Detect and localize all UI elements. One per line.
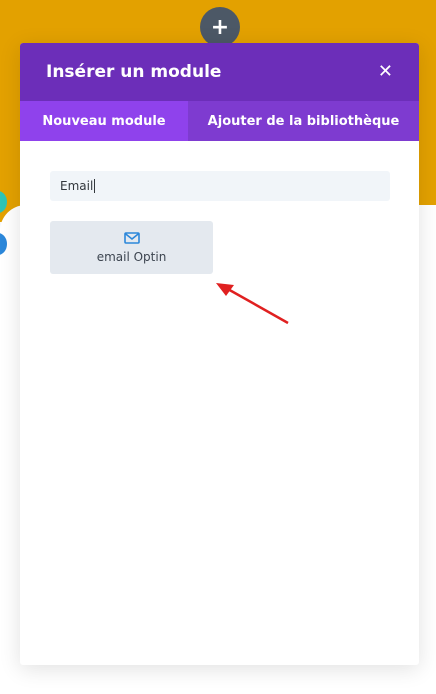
insert-module-modal: Insérer un module ✕ Nouveau module Ajout…	[20, 43, 419, 665]
modal-tabs: Nouveau module Ajouter de la bibliothèqu…	[20, 101, 419, 141]
tab-add-from-library[interactable]: Ajouter de la bibliothèque	[188, 101, 419, 141]
modal-title: Insérer un module	[46, 62, 222, 82]
module-label: email Optin	[96, 249, 167, 264]
tab-new-module[interactable]: Nouveau module	[20, 101, 188, 141]
envelope-icon	[123, 231, 140, 244]
close-icon[interactable]: ✕	[378, 63, 393, 81]
text-caret	[94, 179, 96, 193]
module-search-input[interactable]: Email	[50, 171, 390, 201]
annotation-arrow	[216, 283, 289, 325]
module-email-optin[interactable]: email Optin	[50, 221, 213, 274]
search-input-value: Email	[60, 179, 94, 193]
add-module-button[interactable]: +	[200, 7, 240, 47]
modal-header: Insérer un module ✕	[20, 43, 419, 101]
add-button-label: +	[210, 14, 230, 40]
